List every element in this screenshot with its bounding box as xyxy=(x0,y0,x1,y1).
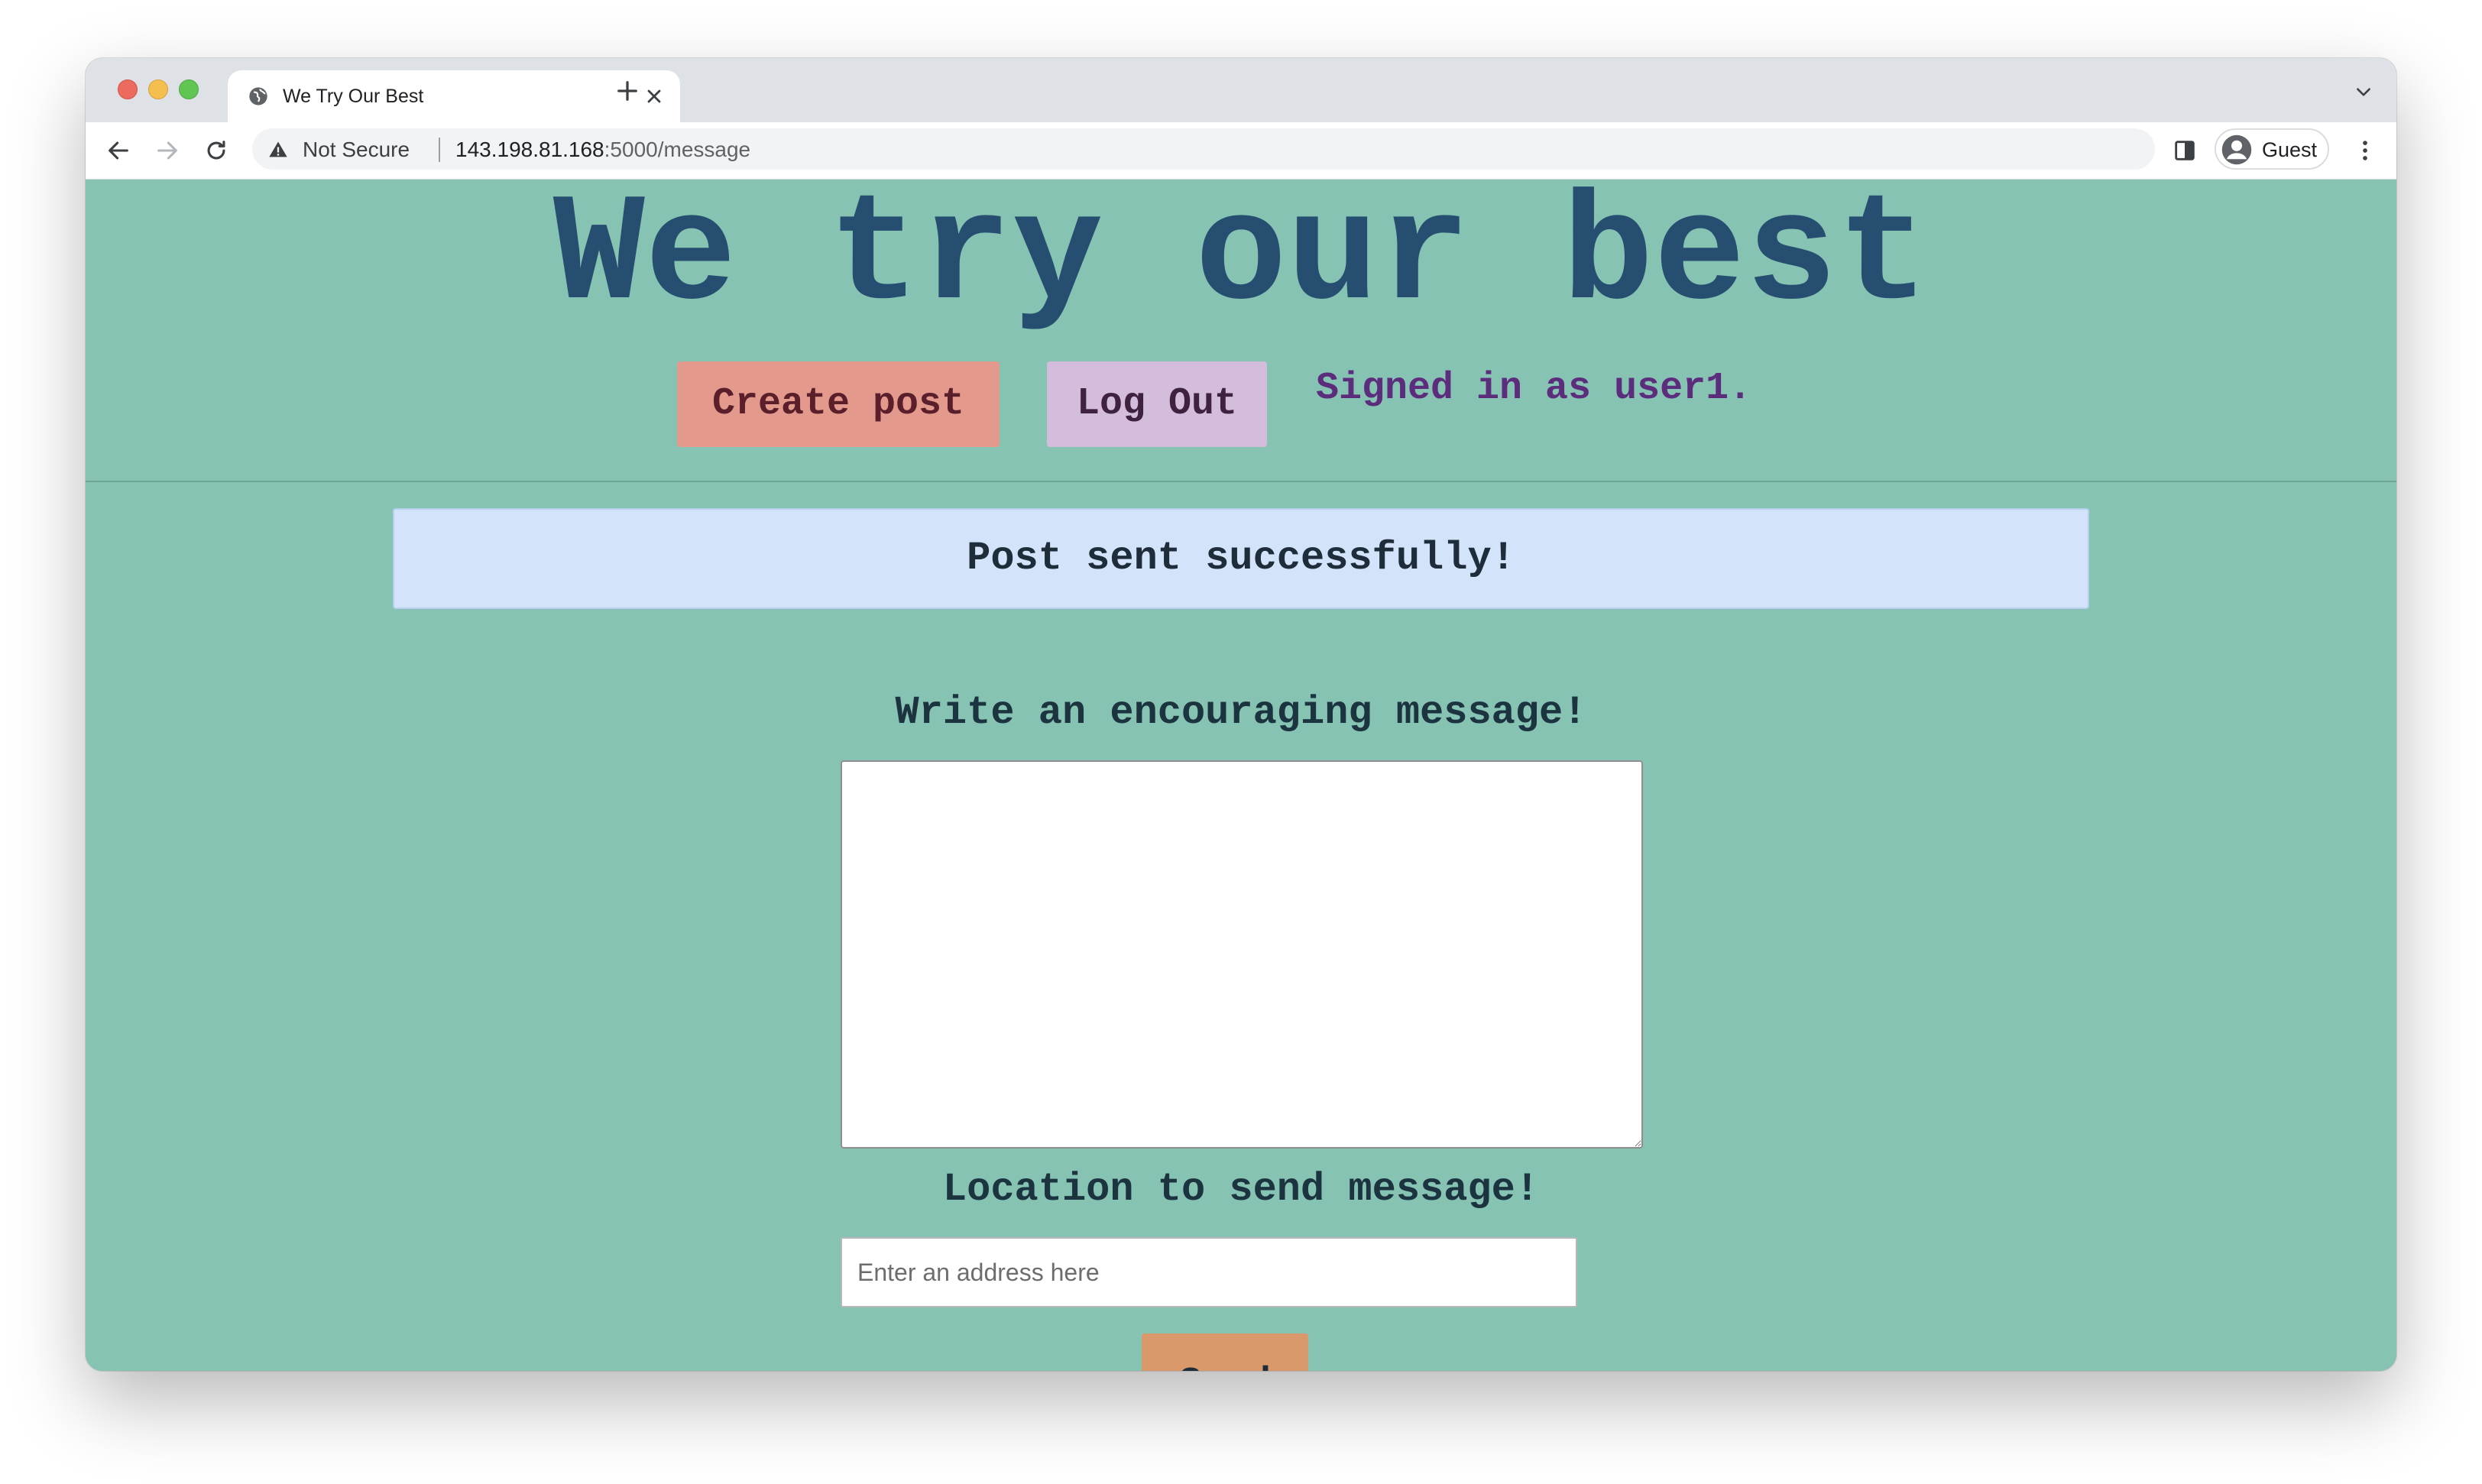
forward-arrow-icon[interactable] xyxy=(154,138,180,164)
browser-window: We Try Our Best Not Secure 143.198.81.16… xyxy=(86,58,2396,1371)
signed-in-status: Signed in as user1. xyxy=(1316,367,1752,410)
tab-title: We Try Our Best xyxy=(283,86,424,107)
site-title: We try our best xyxy=(552,170,1930,344)
send-button[interactable]: Send xyxy=(1142,1333,1308,1371)
close-window-button[interactable] xyxy=(118,79,138,99)
success-alert: Post sent successfully! xyxy=(393,508,2089,609)
maximize-window-button[interactable] xyxy=(179,79,199,99)
profile-button[interactable]: Guest xyxy=(2215,128,2329,170)
kebab-menu-icon[interactable] xyxy=(2352,138,2378,164)
profile-avatar-icon xyxy=(2221,134,2252,165)
globe-icon xyxy=(249,87,267,105)
security-status[interactable]: Not Secure xyxy=(303,138,410,162)
create-post-button[interactable]: Create post xyxy=(677,361,1000,447)
tab-active[interactable]: We Try Our Best xyxy=(228,70,680,122)
reload-icon[interactable] xyxy=(203,138,229,164)
warning-triangle-icon[interactable] xyxy=(267,139,289,160)
chevron-down-icon[interactable] xyxy=(2354,83,2373,102)
header-divider xyxy=(86,481,2396,482)
close-icon[interactable] xyxy=(643,86,665,107)
address-divider xyxy=(439,138,440,162)
tab-strip: We Try Our Best xyxy=(86,58,2396,122)
plus-icon[interactable] xyxy=(616,79,639,102)
message-label: Write an encouraging message! xyxy=(895,690,1587,735)
address-input[interactable] xyxy=(841,1237,1577,1307)
url-text[interactable]: 143.198.81.168:5000/message xyxy=(455,138,750,162)
page-content: We try our best Create post Log Out Sign… xyxy=(86,173,2396,1371)
url-host: 143.198.81.168 xyxy=(455,138,604,161)
back-arrow-icon[interactable] xyxy=(105,138,131,164)
minimize-window-button[interactable] xyxy=(148,79,168,99)
address-bar[interactable]: Not Secure 143.198.81.168:5000/message xyxy=(252,128,2155,170)
location-label: Location to send message! xyxy=(942,1167,1540,1212)
message-textarea[interactable] xyxy=(841,760,1643,1149)
side-panel-icon[interactable] xyxy=(2172,138,2198,164)
profile-label: Guest xyxy=(2262,138,2318,161)
url-path: :5000/message xyxy=(604,138,751,161)
logout-button[interactable]: Log Out xyxy=(1047,361,1267,447)
